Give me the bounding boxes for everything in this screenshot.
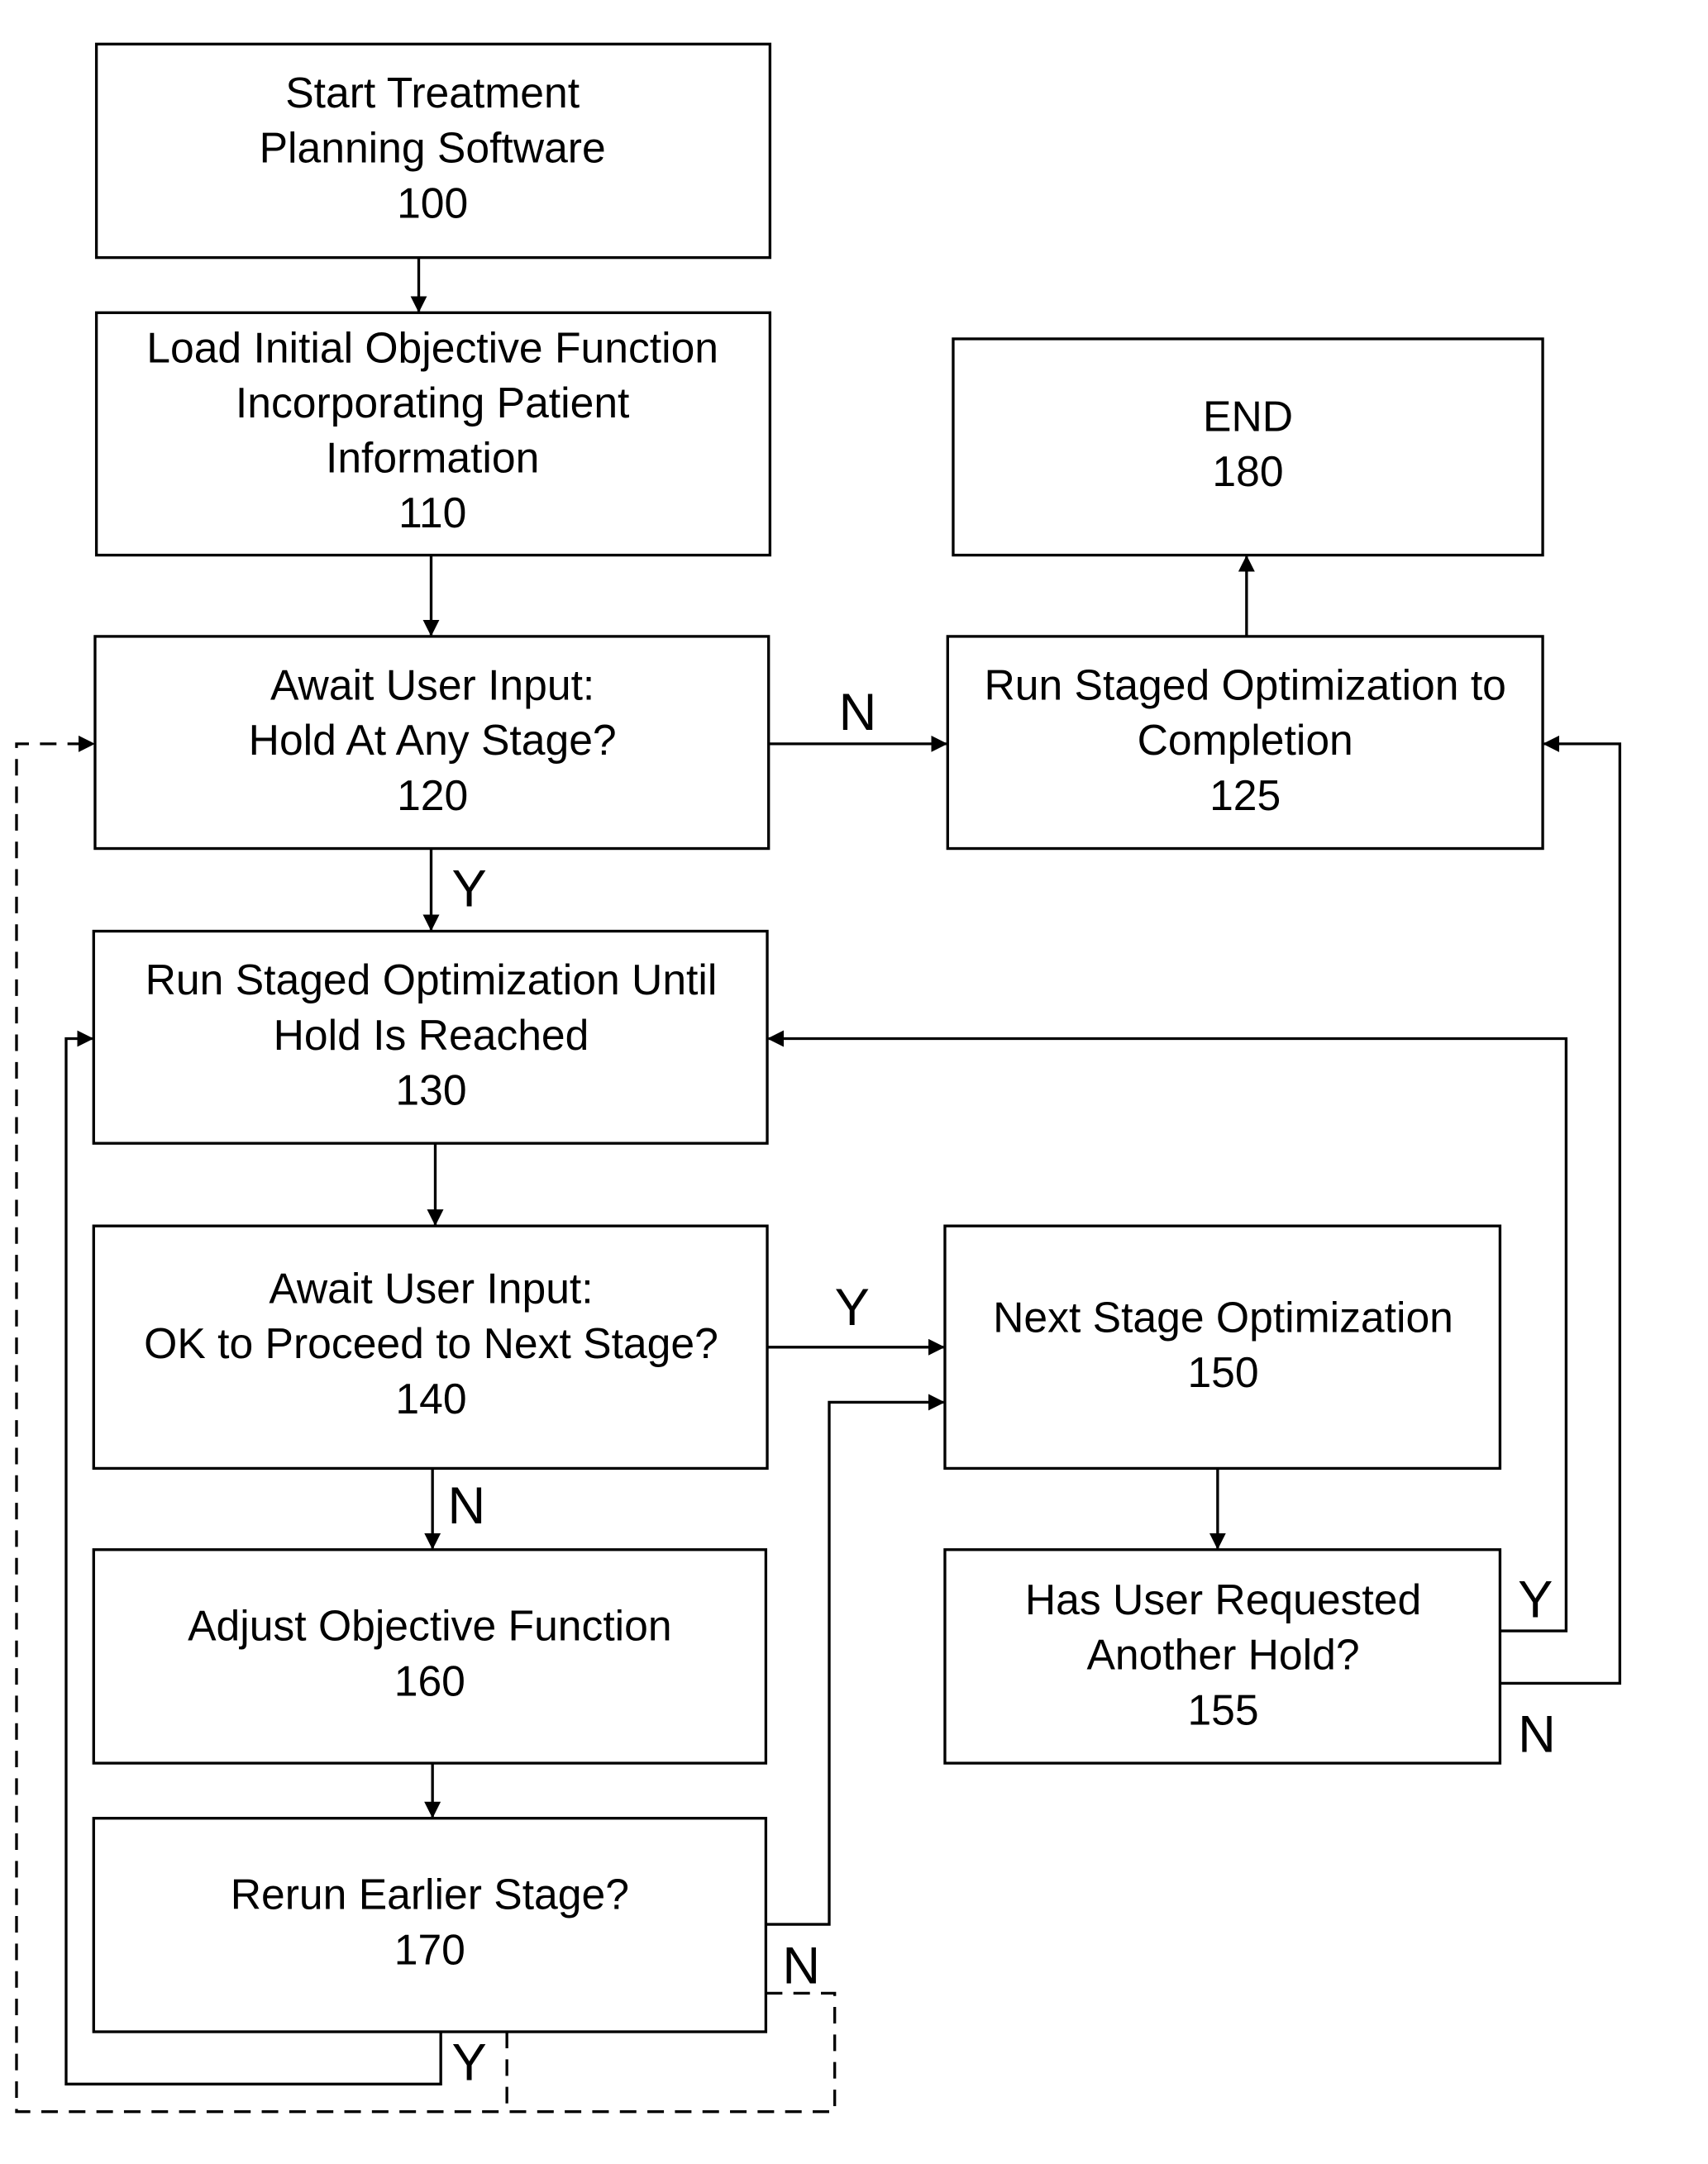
node-130: Run Staged Optimization Until Hold Is Re…	[92, 929, 769, 1145]
label-y-120-130: Y	[451, 860, 486, 918]
node-110-line-1: Incorporating Patient	[236, 379, 630, 427]
node-140-line-0: Await User Input:	[269, 1264, 593, 1312]
label-n-155-125: N	[1518, 1706, 1556, 1764]
node-125-line-2: 125	[1209, 771, 1281, 819]
node-100-line-0: Start Treatment	[285, 69, 580, 117]
node-130-line-0: Run Staged Optimization Until	[146, 956, 718, 1003]
node-150: Next Stage Optimization 150	[943, 1224, 1502, 1470]
node-120-line-1: Hold At Any Stage?	[249, 716, 617, 764]
node-100-line-1: Planning Software	[260, 124, 606, 172]
node-170: Rerun Earlier Stage? 170	[92, 1817, 768, 2033]
node-155: Has User Requested Another Hold? 155	[943, 1548, 1502, 1765]
label-n-170: N	[782, 1938, 820, 1995]
node-180: END 180	[952, 337, 1544, 557]
node-100: Start Treatment Planning Software 100	[94, 42, 772, 260]
edge-155-125	[1500, 735, 1622, 1685]
node-125-line-0: Run Staged Optimization to	[984, 661, 1505, 709]
node-110-line-2: Information	[326, 434, 539, 482]
node-110-line-0: Load Initial Objective Function	[146, 323, 718, 371]
label-n-140-160: N	[447, 1477, 485, 1535]
node-180-line-1: 180	[1212, 447, 1283, 495]
node-110-line-3: 110	[398, 489, 466, 536]
node-170-line-1: 170	[394, 1925, 465, 1973]
node-110: Load Initial Objective Function Incorpor…	[94, 311, 772, 557]
node-160-line-1: 160	[394, 1656, 465, 1704]
node-120-line-2: 120	[397, 771, 468, 819]
node-140-line-1: OK to Proceed to Next Stage?	[144, 1319, 718, 1367]
node-170-line-0: Rerun Earlier Stage?	[231, 1871, 629, 1919]
node-100-line-2: 100	[397, 179, 468, 226]
node-160: Adjust Objective Function 160	[92, 1548, 768, 1765]
edge-170-150	[766, 1394, 945, 1926]
node-150-line-0: Next Stage Optimization	[993, 1293, 1453, 1341]
label-y-170: Y	[451, 2033, 486, 2091]
node-180-line-0: END	[1203, 393, 1293, 441]
node-120: Await User Input: Hold At Any Stage? 120	[93, 635, 771, 851]
node-160-line-0: Adjust Objective Function	[188, 1602, 671, 1650]
flowchart: Start Treatment Planning Software 100 Lo…	[15, 42, 1622, 2114]
node-120-line-0: Await User Input:	[270, 661, 594, 709]
node-125-line-1: Completion	[1138, 716, 1353, 764]
node-140: Await User Input: OK to Proceed to Next …	[92, 1224, 769, 1470]
node-150-line-1: 150	[1187, 1348, 1258, 1396]
node-130-line-2: 130	[395, 1065, 466, 1113]
node-140-line-2: 140	[395, 1375, 466, 1423]
label-y-140-150: Y	[835, 1279, 870, 1337]
node-155-line-1: Another Hold?	[1086, 1631, 1359, 1679]
node-155-line-0: Has User Requested	[1025, 1575, 1421, 1623]
node-130-line-1: Hold Is Reached	[274, 1011, 589, 1059]
label-y-155-130: Y	[1518, 1571, 1553, 1628]
node-155-line-2: 155	[1187, 1685, 1258, 1733]
label-n-120-125: N	[839, 684, 877, 741]
node-125: Run Staged Optimization to Completion 12…	[946, 635, 1544, 851]
